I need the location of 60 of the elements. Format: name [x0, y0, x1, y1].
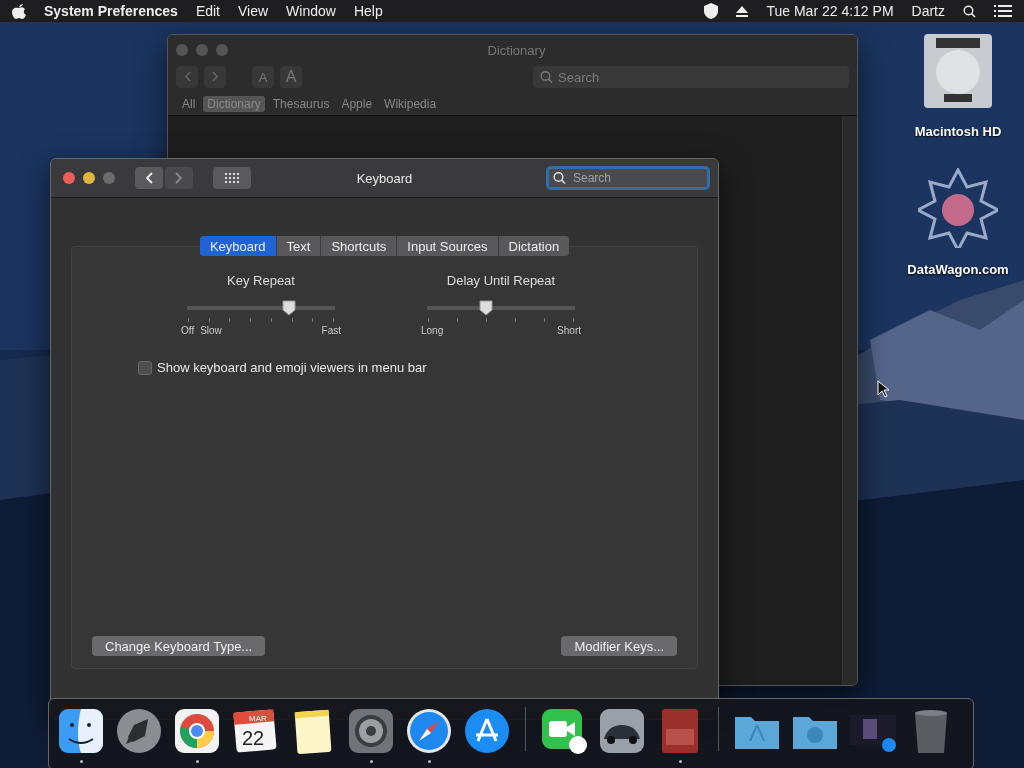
hard-drive-icon[interactable]	[922, 32, 994, 110]
menu-item[interactable]: Edit	[195, 3, 220, 19]
menu-item[interactable]: View	[238, 3, 269, 19]
grid-icon	[225, 173, 239, 183]
checkbox-label[interactable]: Show keyboard and emoji viewers in menu bar	[157, 360, 427, 375]
calendar-day: 22	[242, 727, 265, 749]
list-icon[interactable]	[994, 4, 1012, 18]
race-car-icon[interactable]	[598, 707, 646, 755]
chevron-left-icon	[183, 70, 191, 82]
slider-mark: Off	[181, 325, 195, 336]
window-control[interactable]	[63, 172, 75, 184]
tab[interactable]: Keyboard	[199, 236, 277, 256]
back-button[interactable]	[135, 167, 163, 189]
slider-mark: Fast	[321, 325, 341, 336]
window-title: Keyboard	[356, 170, 413, 186]
chrome-icon[interactable]	[173, 707, 221, 755]
shield-icon[interactable]	[704, 3, 719, 19]
slider-mark: Long	[421, 325, 444, 336]
apple-logo-icon[interactable]	[12, 3, 26, 19]
slider-thumb[interactable]	[479, 300, 494, 316]
slider-thumb[interactable]	[282, 300, 297, 316]
scroll-bar[interactable]	[842, 116, 857, 685]
desktop-icon-label[interactable]: DataWagon.com	[907, 262, 1009, 277]
user-name[interactable]: Dartz	[911, 3, 945, 19]
chevron-right-icon	[211, 70, 219, 82]
slider-mark: Slow	[200, 325, 222, 336]
compass-icon[interactable]	[405, 707, 453, 755]
slider-label: Delay Until Repeat	[446, 273, 556, 288]
show-all-button[interactable]	[213, 167, 251, 189]
app-menu[interactable]: System Preferences	[44, 3, 178, 19]
push-button[interactable]: Change Keyboard Type...	[92, 636, 266, 656]
search-icon	[963, 4, 976, 18]
slider-mark: Short	[557, 325, 581, 336]
desktop-icon-label[interactable]: Macintosh HD	[914, 124, 1002, 139]
finder-face-icon[interactable]	[57, 707, 105, 755]
source-tab[interactable]: Apple	[337, 96, 377, 112]
search-field[interactable]: Search	[546, 166, 710, 190]
chevron-left-icon	[145, 172, 153, 184]
calendar-icon[interactable]: MAR 22	[231, 707, 279, 755]
window-control[interactable]	[83, 172, 95, 184]
video-call-icon[interactable]	[540, 707, 588, 755]
clock[interactable]: Tue Mar 22 4:12 PM	[766, 3, 894, 19]
source-tab[interactable]: Wikipedia	[380, 96, 441, 112]
pointer-icon	[877, 380, 889, 398]
menu-item[interactable]: Help	[353, 3, 383, 19]
search-icon	[553, 171, 566, 185]
star-emblem-icon[interactable]	[918, 168, 998, 248]
window-title: Dictionary	[487, 42, 546, 58]
menu-item[interactable]: Window	[286, 3, 336, 19]
source-tab[interactable]: All	[178, 96, 200, 112]
slider-label: Key Repeat	[227, 273, 295, 288]
calendar-month: MAR	[249, 714, 267, 723]
checkbox[interactable]	[138, 360, 152, 375]
search-field[interactable]: Search	[533, 66, 849, 88]
chevron-right-icon	[175, 172, 183, 184]
source-tab[interactable]: Thesaurus	[268, 96, 334, 112]
push-button[interactable]: Modifier Keys...	[561, 636, 677, 656]
eject-icon[interactable]	[736, 5, 749, 17]
app-store-icon[interactable]	[463, 707, 511, 755]
search-icon	[540, 70, 553, 84]
